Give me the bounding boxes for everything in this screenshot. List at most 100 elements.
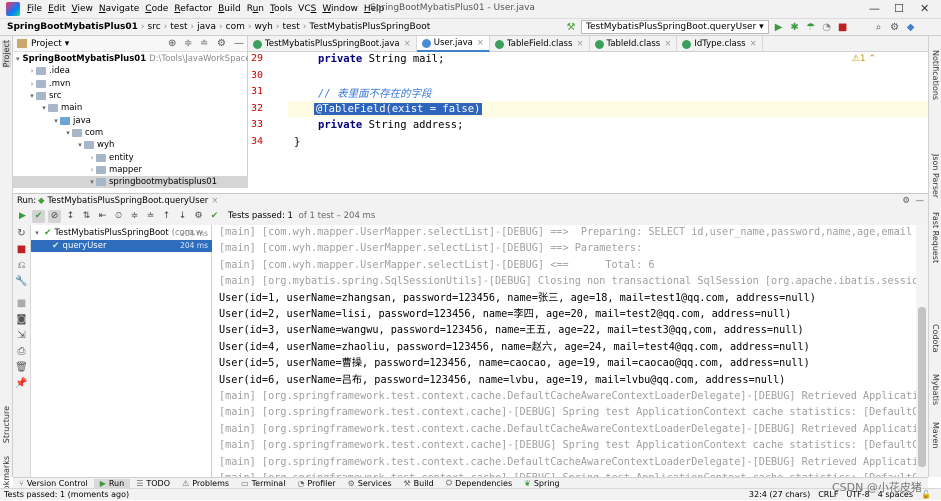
chevron-down-icon[interactable]: ▾ [28, 92, 36, 100]
hide-panel-icon[interactable]: — [916, 196, 925, 206]
sort-alpha-icon[interactable]: ↕ [64, 210, 77, 223]
menu-item-window[interactable]: Window [319, 4, 361, 14]
breadcrumb-item[interactable]: TestMybatisPlusSpringBoot [306, 22, 433, 32]
breadcrumb-item[interactable]: java [194, 22, 219, 32]
menu-item-code[interactable]: Code [142, 4, 171, 14]
search-icon[interactable]: ⌕ [873, 21, 885, 33]
menu-item-build[interactable]: Build [215, 4, 244, 14]
bottom-tab-spring[interactable]: ❦ Spring [518, 479, 566, 488]
delete-icon[interactable]: 🗑 [15, 362, 28, 373]
fastrequest-tool-button[interactable]: Fast Request [931, 212, 940, 263]
bottom-tab-build[interactable]: ⚒ Build [398, 479, 440, 488]
lock-icon[interactable]: 🔓 [921, 490, 931, 499]
tree-item--mvn[interactable]: › .mvn [13, 78, 248, 90]
codota-tool-button[interactable]: Codota [931, 324, 940, 353]
chevron-down-icon[interactable]: ▾ [76, 141, 84, 149]
tree-item-com[interactable]: ▾ com [13, 127, 248, 139]
menu-item-vcs[interactable]: VCS [295, 4, 319, 14]
status-message[interactable]: Tests passed: 1 (moments ago) [0, 490, 129, 499]
coverage-icon[interactable]: ☂ [805, 21, 817, 33]
warning-indicator[interactable]: ⚠1 ⌃ [852, 54, 876, 64]
stop-icon[interactable]: ■ [17, 244, 26, 255]
chevron-down-icon[interactable]: ▾ [64, 129, 72, 137]
tree-item--idea[interactable]: › .idea [13, 65, 248, 77]
console-scrollbar[interactable] [916, 225, 928, 477]
tree-item-mapper[interactable]: › mapper [13, 164, 248, 176]
editor-tab-tablefield-class[interactable]: TableField.class × [490, 36, 590, 52]
close-icon[interactable]: × [211, 196, 218, 206]
bottom-tab-run[interactable]: ▶ Run [93, 478, 131, 488]
menu-item-run[interactable]: Run [244, 4, 267, 14]
chevron-down-icon[interactable]: ▾ [16, 55, 20, 63]
bottom-tab-services[interactable]: ⚙ Services [342, 479, 398, 488]
locate-icon[interactable]: ⊕ [168, 38, 176, 49]
chevron-right-icon[interactable]: › [88, 154, 96, 162]
chevron-down-icon[interactable]: ▾ [33, 229, 41, 237]
jsonparser-tool-button[interactable]: Json Parser [931, 154, 940, 198]
close-icon[interactable]: × [750, 39, 757, 49]
close-icon[interactable]: × [664, 39, 671, 49]
breadcrumb-item[interactable]: src [145, 22, 164, 32]
previous-icon[interactable]: ↑ [160, 210, 173, 223]
tree-item-src[interactable]: ▾ src [13, 90, 248, 102]
tree-item-main[interactable]: ▾ main [13, 102, 248, 114]
close-icon[interactable]: × [404, 39, 411, 49]
bottom-tab-dependencies[interactable]: ⛭ Dependencies [440, 478, 518, 488]
run-tab[interactable]: ◆ TestMybatisPlusSpringBoot.queryUser × [33, 196, 223, 206]
tree-item-springbootmybatisplus01[interactable]: ▾ SpringBootMybatisPlus01 D:\Tools\JavaWor… [13, 53, 281, 65]
menu-item-file[interactable]: File [24, 4, 45, 14]
bottom-tab-profiler[interactable]: ◔ Profiler [291, 479, 341, 488]
collapse-all-icon[interactable]: ≐ [144, 210, 157, 223]
chevron-down-icon[interactable]: ▾ [65, 39, 70, 49]
pin-icon[interactable]: 📌 [15, 378, 27, 389]
build-hammer-icon[interactable]: ⚒ [565, 21, 577, 33]
project-tool-button[interactable]: Project [2, 40, 11, 68]
tree-item-wyh[interactable]: ▾ wyh [13, 139, 248, 151]
debug-icon[interactable]: ✱ [789, 21, 801, 33]
chevron-right-icon[interactable]: › [88, 166, 96, 174]
menu-item-refactor[interactable]: Refactor [171, 4, 215, 14]
cursor-position[interactable]: 32:4 (27 chars) [749, 490, 810, 499]
print-icon[interactable]: ⎙ [18, 346, 26, 357]
profile-icon[interactable]: ◔ [821, 21, 833, 33]
jetbrains-icon[interactable]: ◆ [905, 21, 917, 33]
import-tests-icon[interactable]: ⇤ [96, 210, 109, 223]
test-item-queryuser[interactable]: ✔ queryUser 204 ms [31, 239, 212, 252]
maximize-icon[interactable]: ☐ [894, 2, 904, 15]
tree-item-java[interactable]: ▾ java [13, 115, 248, 127]
breadcrumb-item[interactable]: SpringBootMybatisPlus01 [4, 22, 141, 32]
editor-tab-tableid-class[interactable]: TableId.class × [590, 36, 678, 52]
history-icon[interactable]: ⏲ [112, 210, 125, 223]
settings-gear-icon[interactable]: ⚙ [902, 196, 910, 206]
bottom-tab-terminal[interactable]: ▭ Terminal [235, 479, 291, 488]
menu-item-navigate[interactable]: Navigate [96, 4, 142, 14]
chevron-right-icon[interactable]: › [28, 67, 36, 75]
breadcrumb-item[interactable]: test [279, 22, 302, 32]
minimize-icon[interactable]: — [869, 2, 880, 15]
restore-layout-icon[interactable]: ⎌ [18, 260, 26, 271]
hide-panel-icon[interactable]: — [234, 38, 244, 49]
collapse-all-icon[interactable]: ≐ [200, 38, 208, 49]
expand-all-icon[interactable]: ≑ [128, 210, 141, 223]
settings-gear-icon[interactable]: ⚙ [889, 21, 901, 33]
bottom-tab-version-control[interactable]: ⑂ Version Control [13, 479, 94, 488]
maven-tool-button[interactable]: Maven [931, 422, 940, 449]
stop-gray-icon[interactable]: ■ [17, 298, 26, 309]
project-panel-title[interactable]: Project [31, 39, 62, 49]
bottom-tab-problems[interactable]: ⚠ Problems [176, 479, 235, 488]
editor-tab-user-java[interactable]: User.java × [416, 36, 490, 52]
structure-tool-button[interactable]: Structure [2, 406, 11, 443]
rerun-failed-icon[interactable]: ↻ [17, 228, 25, 239]
menu-item-tools[interactable]: Tools [267, 4, 295, 14]
menu-item-edit[interactable]: Edit [45, 4, 68, 14]
wrench-icon[interactable]: 🔧 [15, 276, 27, 287]
settings-gear-icon[interactable]: ⚙ [217, 38, 226, 49]
rerun-icon[interactable]: ▶ [16, 210, 29, 223]
breadcrumb-item[interactable]: test [167, 22, 190, 32]
close-window-icon[interactable]: ✕ [920, 2, 929, 15]
tree-item-entity[interactable]: › entity [13, 151, 248, 163]
test-item-testmybatisplusspringboot[interactable]: ▾ ✔ TestMybatisPlusSpringBoot (com.w 204 ms [31, 227, 212, 239]
export-icon[interactable]: ⇲ [17, 330, 25, 341]
next-icon[interactable]: ↓ [176, 210, 189, 223]
chevron-down-icon[interactable]: ▾ [52, 117, 60, 125]
